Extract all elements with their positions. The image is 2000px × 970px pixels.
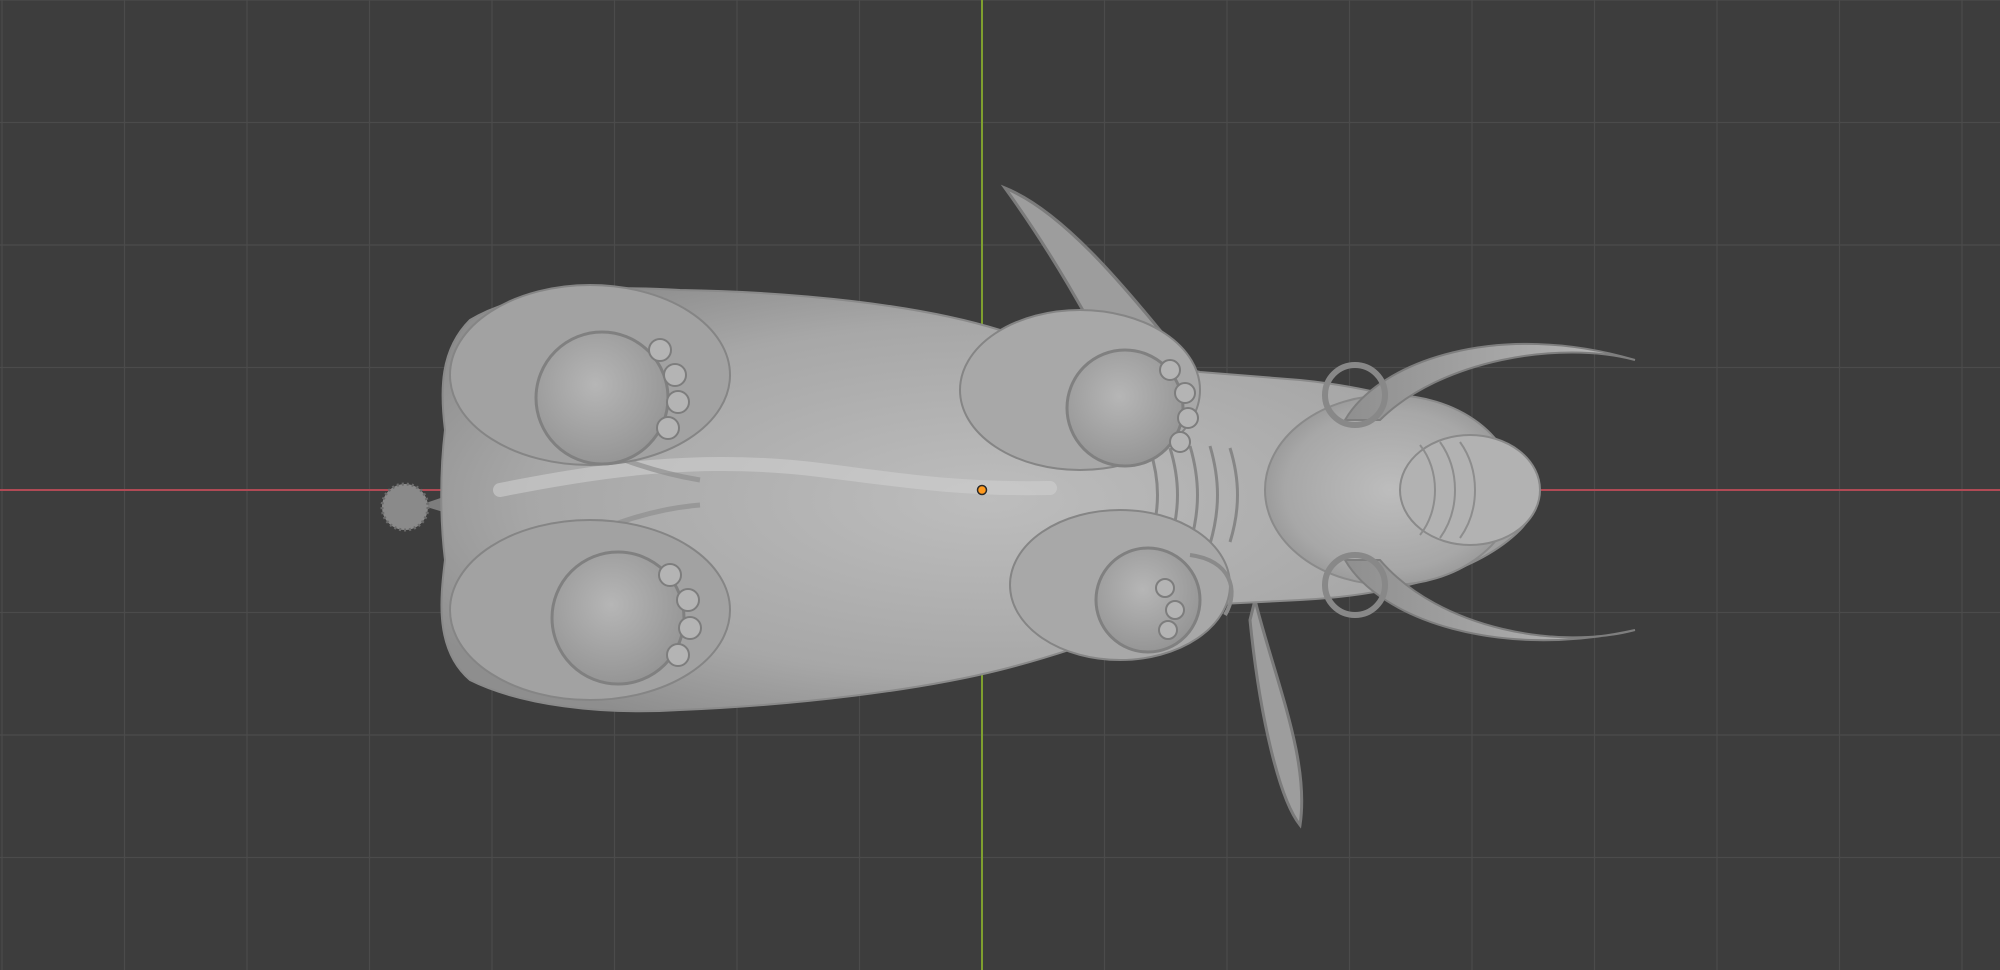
trunk-base bbox=[1399, 434, 1541, 546]
3d-viewport[interactable] bbox=[0, 0, 2000, 970]
tusk-bottom bbox=[1343, 559, 1636, 642]
viewport-canvas[interactable] bbox=[0, 0, 2000, 970]
object-origin-icon[interactable] bbox=[976, 484, 988, 496]
foot-pad-rear-bottom bbox=[550, 550, 702, 686]
ear-bottom bbox=[1248, 599, 1304, 829]
elephant-sculpt-icon[interactable] bbox=[380, 184, 1636, 829]
foot-pad-front-top bbox=[1065, 348, 1199, 468]
tusk-top bbox=[1343, 342, 1636, 421]
tail-tuft bbox=[380, 482, 430, 532]
